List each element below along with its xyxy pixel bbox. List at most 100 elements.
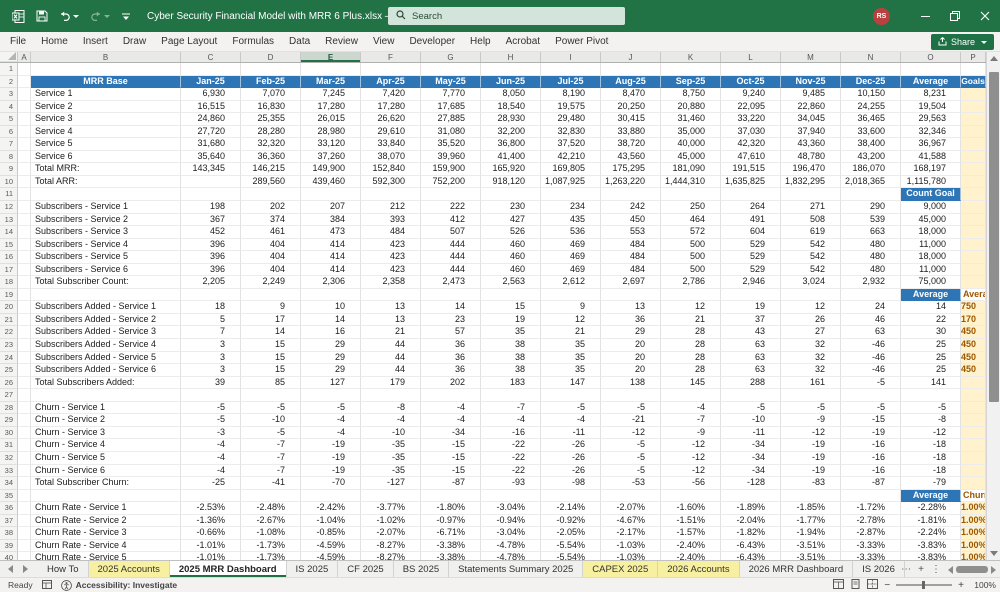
cell[interactable]: 28,930 [481,113,541,126]
zoom-slider-thumb[interactable] [922,581,925,589]
cell[interactable]: 36 [421,364,481,377]
cell[interactable]: -0.85% [301,527,361,540]
cell[interactable] [301,63,361,76]
cell[interactable]: 37,260 [301,151,361,164]
row-label[interactable]: Churn - Service 2 [31,414,181,427]
cell[interactable]: 33,600 [841,126,901,139]
cell[interactable]: -5 [241,402,301,415]
cell[interactable] [961,88,986,101]
cell[interactable]: 414 [301,251,361,264]
cell[interactable]: -12 [901,427,961,440]
row-label[interactable] [31,188,181,201]
cell[interactable]: -4 [181,439,241,452]
cell[interactable] [781,63,841,76]
sheet-tab-statements-summary-2025[interactable]: Statements Summary 2025 [449,561,583,577]
cell[interactable]: 469 [541,251,601,264]
cell[interactable]: Feb-25 [241,76,301,89]
cell[interactable] [18,264,31,277]
cell[interactable]: 169,805 [541,163,601,176]
cell[interactable] [601,490,661,503]
cell[interactable] [18,163,31,176]
cell[interactable]: 23 [421,314,481,327]
cell[interactable]: Jul-25 [541,76,601,89]
row-label[interactable]: Churn - Service 3 [31,427,181,440]
cell[interactable]: 396 [181,239,241,252]
cell[interactable]: 170 [961,314,986,327]
row-header-22[interactable]: 22 [0,326,18,339]
cell[interactable]: 8,470 [601,88,661,101]
row-label[interactable]: Churn - Service 1 [31,402,181,415]
cell[interactable]: 21 [541,326,601,339]
cell[interactable] [18,113,31,126]
cell[interactable]: 75,000 [901,276,961,289]
cell[interactable]: 450 [961,352,986,365]
row-header-26[interactable]: 26 [0,377,18,390]
cell[interactable] [241,389,301,402]
cell[interactable]: Sep-25 [661,76,721,89]
cell[interactable] [601,188,661,201]
accessibility-status[interactable]: Accessibility: Investigate [76,580,178,590]
cell[interactable]: -5 [601,465,661,478]
cell[interactable]: 38 [481,364,541,377]
cell[interactable] [181,176,241,189]
cell[interactable]: -3.77% [361,502,421,515]
cell[interactable] [721,490,781,503]
cell[interactable]: 20 [601,339,661,352]
cell[interactable] [18,477,31,490]
cell[interactable]: -5.54% [541,540,601,553]
new-sheet-button[interactable]: + [918,561,924,578]
cell[interactable]: 1,115,780 [901,176,961,189]
cell[interactable] [661,289,721,302]
row-label[interactable]: Total Subscriber Churn: [31,477,181,490]
row-label[interactable]: Subscribers - Service 4 [31,239,181,252]
cell[interactable] [18,63,31,76]
row-label[interactable]: Churn Rate - Service 2 [31,515,181,528]
row-header-16[interactable]: 16 [0,251,18,264]
column-header-F[interactable]: F [361,52,421,62]
zoom-level[interactable]: 100% [970,580,996,590]
cell[interactable]: 29 [301,352,361,365]
cell[interactable]: Apr-25 [361,76,421,89]
cell[interactable]: 19 [721,301,781,314]
cell[interactable]: -15 [841,414,901,427]
cell[interactable]: -2.28% [901,502,961,515]
cell[interactable]: -2.53% [181,502,241,515]
cell[interactable]: -6.43% [721,540,781,553]
cell[interactable] [661,389,721,402]
cell[interactable]: 19,575 [541,101,601,114]
row-header-38[interactable]: 38 [0,527,18,540]
cell[interactable]: 31,080 [421,126,481,139]
cell[interactable]: 147 [541,377,601,390]
cell[interactable]: 43 [721,326,781,339]
cell[interactable]: 2,697 [601,276,661,289]
cell[interactable]: 396 [181,264,241,277]
cell[interactable]: -87 [841,477,901,490]
cell[interactable]: 35 [481,326,541,339]
cell[interactable]: -8 [361,402,421,415]
cell[interactable]: 35 [541,352,601,365]
menu-item-draw[interactable]: Draw [123,36,146,47]
cell[interactable]: Average [901,490,961,503]
cell[interactable]: 141 [901,377,961,390]
cell[interactable]: -0.97% [421,515,481,528]
cell[interactable]: 2,473 [421,276,481,289]
cell[interactable]: 250 [661,201,721,214]
cell[interactable]: 13 [361,314,421,327]
cell[interactable]: -12 [661,439,721,452]
cell[interactable]: -1.80% [421,502,481,515]
row-header-1[interactable]: 1 [0,63,18,76]
cell[interactable]: Mar-25 [301,76,361,89]
cell[interactable]: 45,000 [661,151,721,164]
cell[interactable] [18,151,31,164]
cell[interactable]: 450 [961,339,986,352]
cell[interactable] [961,201,986,214]
cell[interactable]: 542 [781,251,841,264]
cell[interactable]: 44 [361,364,421,377]
cell[interactable] [961,239,986,252]
row-label[interactable]: Subscribers - Service 1 [31,201,181,214]
cell[interactable]: 435 [541,214,601,227]
cell[interactable]: 10 [301,301,361,314]
menu-item-insert[interactable]: Insert [83,36,108,47]
tab-scroll-right-icon[interactable] [23,565,28,573]
cell[interactable]: -18 [901,465,961,478]
